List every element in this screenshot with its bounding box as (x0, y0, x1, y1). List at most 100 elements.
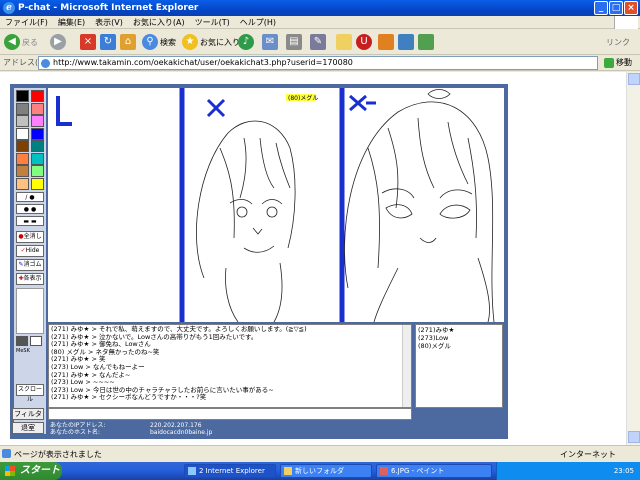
task-ie[interactable]: 2 Internet Explorer (184, 464, 276, 478)
menu-view[interactable]: 表示(V) (90, 16, 128, 29)
user-item: (273)Low (418, 334, 449, 342)
tool-button-2[interactable] (398, 32, 414, 52)
star-icon: ★ (182, 34, 198, 50)
links-label[interactable]: リンク (606, 32, 630, 52)
windows-flag-icon (5, 466, 15, 476)
grid-button[interactable]: ✚各表示 (16, 273, 44, 285)
maximize-button[interactable]: □ (609, 1, 623, 15)
eraser-button[interactable]: ✎消ゴム (16, 259, 44, 271)
forward-button[interactable]: ▶ (50, 32, 66, 52)
page-icon (41, 59, 50, 68)
color-swatch[interactable] (31, 90, 44, 102)
home-button[interactable]: ⌂ (120, 32, 136, 52)
go-arrow-icon (604, 57, 614, 68)
filter-button[interactable]: フィルタ (12, 408, 44, 420)
pen-size-1[interactable]: / ● (16, 192, 44, 202)
menu-favorites[interactable]: お気に入り(A) (128, 16, 190, 29)
chat-log[interactable]: (271) みゆ★ > それで私、萌えますので、大丈夫です。よろしくお願いします… (48, 324, 412, 408)
color-swatch[interactable] (16, 127, 29, 140)
user-item: (80)メグル (418, 342, 451, 350)
mail-box-icon[interactable] (30, 336, 42, 346)
scroll-toggle-button[interactable]: スクロール (16, 384, 44, 403)
mail-icon: ✉ (262, 34, 278, 50)
print-button[interactable]: ▤ (286, 32, 302, 52)
address-input[interactable]: http://www.takamin.com/oekakichat/user/o… (38, 56, 598, 70)
close-button[interactable]: × (624, 1, 638, 15)
home-icon: ⌂ (120, 34, 136, 50)
exit-button[interactable]: 退室 (12, 422, 44, 434)
color-swatch[interactable] (31, 127, 44, 140)
back-button[interactable]: ◀ 戻る (4, 32, 38, 52)
minimize-button[interactable]: _ (594, 1, 608, 15)
chat-line: (271) みゆ★ > セクシーポなんどうですか・・・?笑 (51, 393, 207, 402)
menu-edit[interactable]: 編集(E) (53, 16, 90, 29)
chat-scrollbar[interactable] (402, 325, 411, 407)
paint-icon (380, 467, 388, 475)
menu-tools[interactable]: ツール(T) (190, 16, 235, 29)
pen-size-2[interactable]: ● ● (16, 204, 44, 214)
fill-color-box[interactable] (16, 336, 28, 346)
menu-help[interactable]: ヘルプ(H) (235, 16, 281, 29)
favorites-button[interactable]: ★ お気に入り (182, 32, 240, 52)
stop-icon: × (80, 34, 96, 50)
search-button[interactable]: ⚲ 検索 (142, 32, 176, 52)
color-swatch[interactable] (16, 90, 29, 102)
color-swatch[interactable] (31, 165, 44, 177)
oekaki-chat-app: / ● ● ● ▬ ▬ ●全消し ✓Hide ✎消ゴム ✚各表示 MeSK スク… (10, 84, 508, 439)
color-swatch[interactable] (31, 140, 44, 152)
stop-button[interactable]: × (80, 32, 96, 52)
forward-arrow-icon: ▶ (50, 34, 66, 50)
task-paint[interactable]: 6.JPG - ペイント (376, 464, 492, 478)
drawing-canvas[interactable]: (80)メグル (48, 88, 504, 323)
pen-preview (16, 288, 44, 334)
color-swatch[interactable] (16, 165, 29, 177)
go-button[interactable]: 移動 (604, 57, 632, 68)
color-swatch[interactable] (16, 152, 29, 165)
ip-value: 220.202.207.176 (150, 422, 202, 429)
messenger-button[interactable] (336, 32, 352, 52)
refresh-button[interactable]: ↻ (100, 32, 116, 52)
start-button[interactable]: スタート (0, 462, 62, 480)
network-icon (398, 34, 414, 50)
color-swatch[interactable] (31, 115, 44, 127)
status-text: ページが表示されました (14, 450, 102, 459)
user-item: (271)みゆ★ (418, 326, 455, 334)
user-list: (271)みゆ★ (273)Low (80)メグル (415, 324, 503, 408)
u-button[interactable]: U (356, 32, 372, 52)
color-swatch[interactable] (16, 177, 29, 190)
pen-size-3[interactable]: ▬ ▬ (16, 216, 44, 226)
print-icon: ▤ (286, 34, 302, 50)
page-scrollbar[interactable] (626, 72, 640, 445)
connection-info: あなたのIPアドレス: 220.202.207.176 あなたのホスト名: baid… (50, 422, 350, 436)
user-badge: (80)メグル (288, 94, 318, 102)
clear-all-button[interactable]: ●全消し (16, 231, 44, 243)
chat-input[interactable] (48, 408, 412, 420)
media-button[interactable]: ♪ (238, 32, 254, 52)
scroll-down-icon[interactable] (628, 431, 640, 443)
color-swatch[interactable] (16, 102, 29, 115)
taskbar: スタート 2 Internet Explorer 新しいフォルダ 6.JPG -… (0, 462, 640, 480)
scroll-up-icon[interactable] (628, 73, 640, 85)
tool-icon (378, 34, 394, 50)
edit-button[interactable]: ✎ (310, 32, 326, 52)
color-swatch[interactable] (16, 115, 29, 127)
color-swatch[interactable] (31, 152, 44, 165)
u-logo-icon: U (356, 34, 372, 50)
sketch-girl-right (344, 89, 495, 323)
color-swatch[interactable] (16, 140, 29, 152)
color-swatch[interactable] (31, 177, 44, 190)
color-swatch[interactable] (31, 102, 44, 115)
page-content: / ● ● ● ▬ ▬ ●全消し ✓Hide ✎消ゴム ✚各表示 MeSK スク… (0, 72, 640, 445)
menu-bar: ファイル(F) 編集(E) 表示(V) お気に入り(A) ツール(T) ヘルプ(H) (0, 16, 640, 29)
host-label: あなたのホスト名: (50, 429, 101, 436)
tool-button-1[interactable] (378, 32, 394, 52)
tool-button-3[interactable] (418, 32, 434, 52)
task-folder[interactable]: 新しいフォルダ (280, 464, 372, 478)
menu-file[interactable]: ファイル(F) (0, 16, 53, 29)
system-tray: 23:05 (496, 462, 640, 480)
status-bar: ページが表示されました インターネット (0, 445, 640, 462)
tool-palette: / ● ● ● ▬ ▬ ●全消し ✓Hide ✎消ゴム ✚各表示 MeSK スク… (14, 88, 46, 434)
mail-button[interactable]: ✉ (262, 32, 278, 52)
hide-button[interactable]: ✓Hide (16, 245, 44, 257)
host-value: baidocacdn0baine.jp (150, 429, 213, 436)
